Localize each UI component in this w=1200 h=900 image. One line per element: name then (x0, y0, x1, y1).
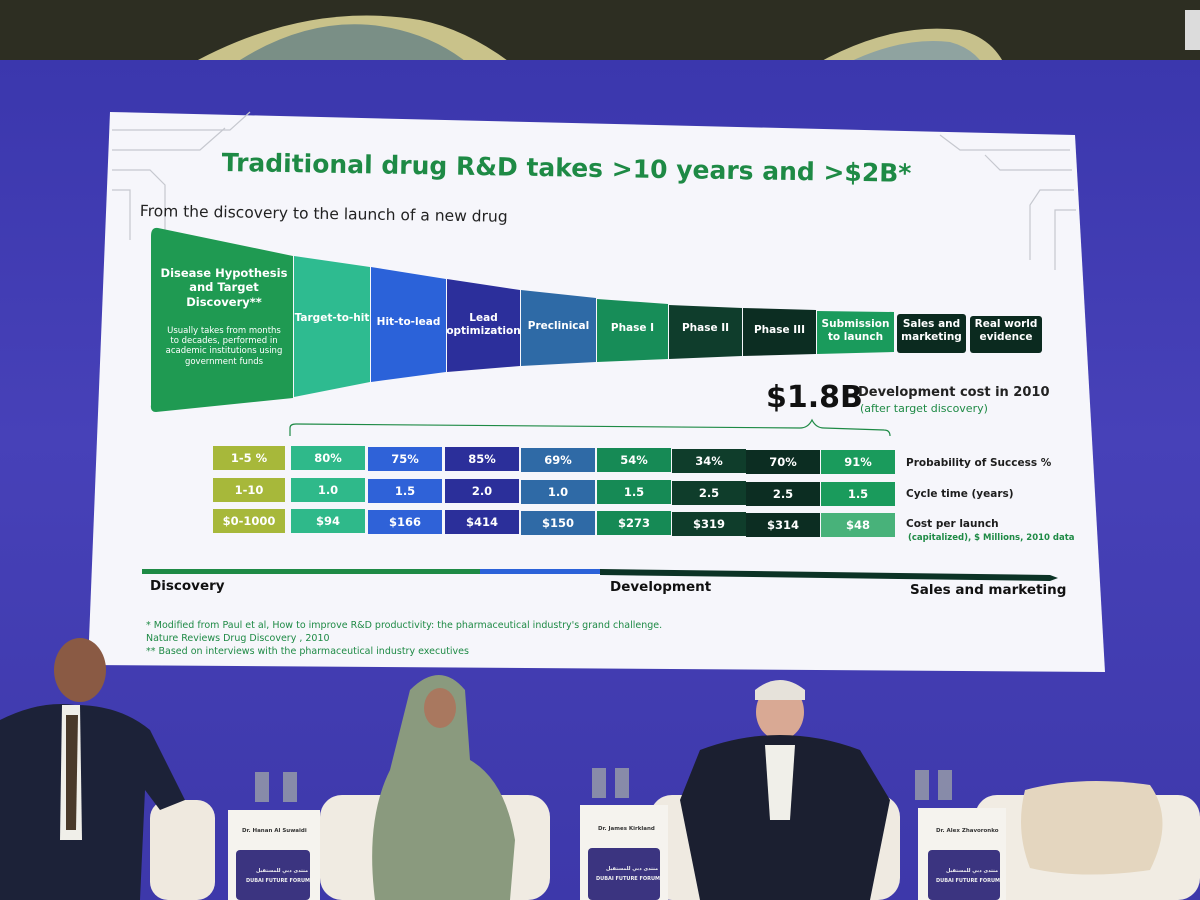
event-logo-1: DUBAI FUTURE FORUM (246, 878, 310, 884)
panel-stage (0, 638, 1200, 900)
nameplate-3: Dr. Alex Zhavoronko (936, 828, 999, 834)
nameplate-1: Dr. Hanan Al Suwaidi (242, 828, 307, 834)
event-arabic-2: منتدى دبي للمستقبل (606, 866, 659, 872)
event-logo-2: DUBAI FUTURE FORUM (596, 876, 660, 882)
event-arabic-1: منتدى دبي للمستقبل (256, 868, 309, 874)
event-logo-3: DUBAI FUTURE FORUM (936, 878, 1000, 884)
nameplate-2: Dr. James Kirkland (598, 826, 655, 832)
event-arabic-3: منتدى دبي للمستقبل (946, 868, 999, 874)
